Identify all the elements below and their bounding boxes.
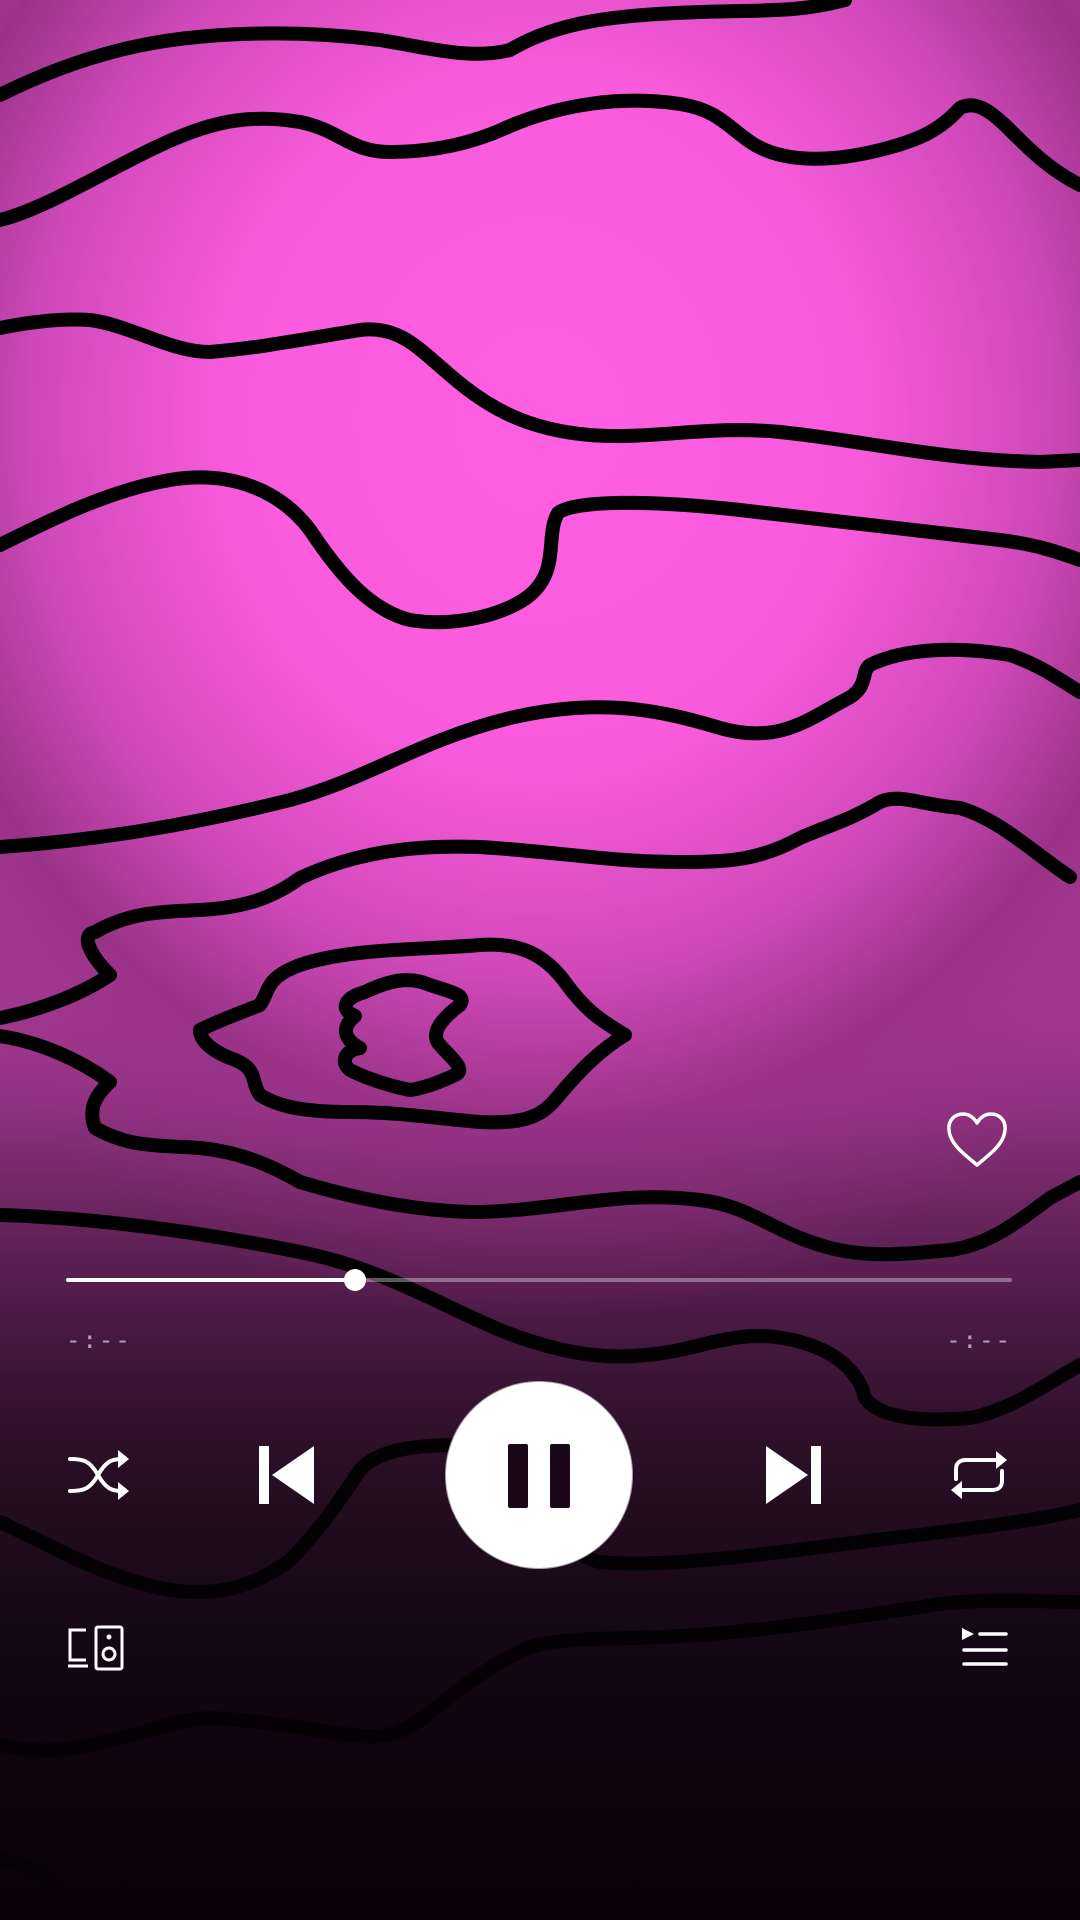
artwork-line	[0, 1593, 1080, 1758]
seek-thumb[interactable]	[343, 1269, 366, 1291]
album-artwork	[0, 0, 1080, 1887]
queue-button[interactable]	[958, 1624, 1010, 1672]
pause-icon	[446, 1382, 632, 1568]
artwork-line	[0, 93, 1080, 227]
artwork-line	[0, 1029, 1080, 1262]
artwork-line	[0, 312, 1080, 469]
repeat-icon	[951, 1451, 1007, 1499]
artwork-line	[0, 1853, 57, 1887]
total-time: -:--	[946, 1326, 1012, 1354]
elapsed-time: -:--	[66, 1326, 132, 1354]
previous-track-button[interactable]	[254, 1440, 320, 1510]
artwork-line	[0, 470, 1080, 630]
shuffle-icon	[68, 1450, 129, 1500]
artwork-line	[0, 0, 852, 102]
heart-outline-icon	[947, 1112, 1007, 1167]
skip-previous-icon	[259, 1446, 314, 1504]
next-track-button[interactable]	[760, 1440, 826, 1510]
seek-progress	[66, 1278, 355, 1282]
pause-button[interactable]	[446, 1382, 632, 1568]
shuffle-button[interactable]	[66, 1445, 132, 1505]
connect-devices-icon	[68, 1625, 124, 1671]
now-playing-screen: -:-- -:--	[0, 0, 1080, 1920]
seek-bar[interactable]	[66, 1268, 1012, 1292]
artwork-line	[0, 642, 1080, 854]
skip-next-icon	[766, 1446, 821, 1504]
repeat-button[interactable]	[944, 1445, 1014, 1505]
like-button[interactable]	[942, 1108, 1012, 1172]
connect-devices-button[interactable]	[66, 1624, 126, 1672]
queue-icon	[962, 1628, 1008, 1666]
artwork-line	[337, 973, 469, 1097]
